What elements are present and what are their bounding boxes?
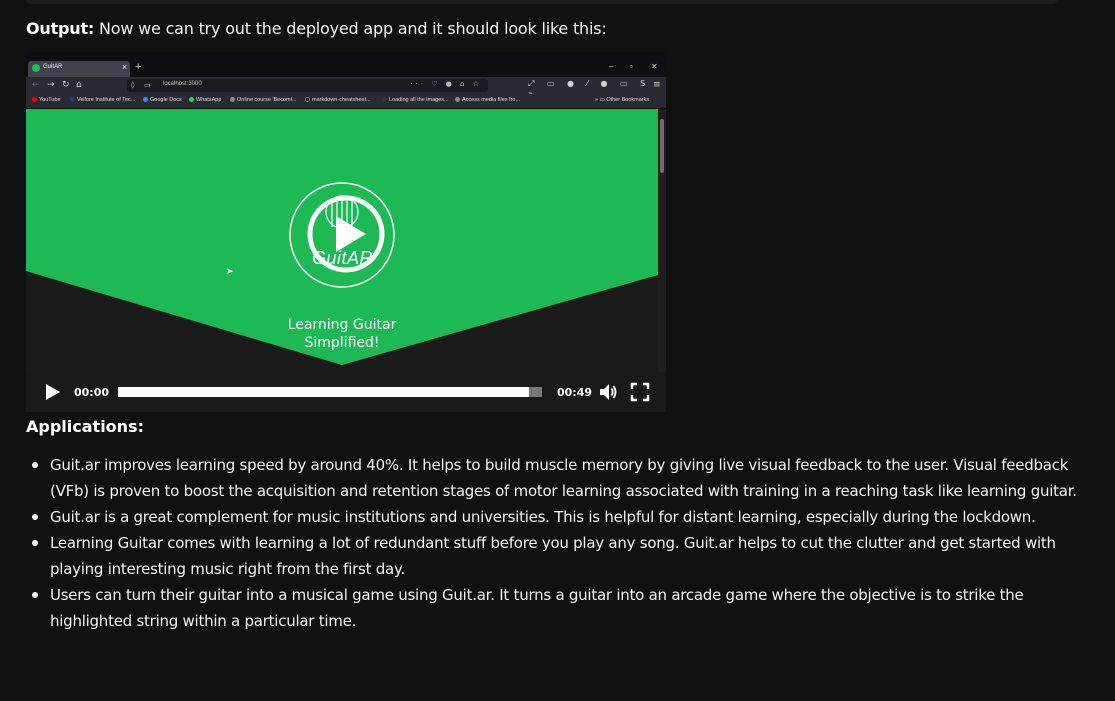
tagline-line-1: Learning Guitar: [287, 317, 397, 333]
forward-icon[interactable]: →: [47, 79, 55, 91]
menu-icon[interactable]: ≡: [653, 79, 661, 91]
bookmark-label: YouTube: [39, 97, 61, 103]
browser-navbar: ← → ↻ ⌂ ◊ ▭ localhost:3000 ··· ♡ ● ⌂ ☆ ⤢…: [26, 77, 666, 98]
window-close-icon[interactable]: ✕: [651, 62, 658, 71]
tab-title: GuitAR: [43, 64, 63, 70]
scrollbar-thumb[interactable]: [660, 119, 664, 173]
browser-tab[interactable]: GuitAR ×: [28, 61, 130, 77]
youtube-icon: [32, 97, 37, 102]
bookmark-label: Google Docs: [150, 97, 182, 103]
bookmarks-bar: YouTube Vellore Institute of Tec... Goog…: [26, 94, 666, 109]
google-docs-icon: [143, 97, 148, 102]
play-icon[interactable]: [46, 384, 60, 400]
minimize-icon[interactable]: –: [609, 62, 613, 71]
demo-video[interactable]: GuitAR × + – ▫ ✕ ← → ↻ ⌂ ◊ ▭ localhost:3…: [26, 52, 666, 412]
tab-favicon-icon: [32, 64, 40, 72]
bookmark-item[interactable]: WhatsApp: [189, 97, 221, 103]
list-item: Guit.ar is a great complement for music …: [32, 504, 1080, 530]
github-icon: [305, 97, 310, 102]
bookmark-item[interactable]: Vellore Institute of Tec...: [70, 97, 135, 103]
shield-icon: ◊: [131, 81, 135, 89]
globe-icon: [455, 97, 460, 102]
new-tab-icon[interactable]: +: [135, 61, 141, 73]
bookmark-label: Online course 'Becomi...: [237, 97, 297, 103]
bookmark-label: Vellore Institute of Tec...: [77, 97, 136, 103]
list-item: Guit.ar improves learning speed by aroun…: [32, 452, 1080, 504]
other-bookmarks-label: Other Bookmarks: [606, 97, 650, 103]
back-icon[interactable]: ←: [32, 79, 40, 91]
mouse-cursor-icon: ➤: [226, 267, 234, 277]
bookmark-item[interactable]: markdown-cheatsheet...: [305, 97, 371, 103]
bookmark-item[interactable]: Access media files fro...: [455, 97, 520, 103]
applications-heading: Applications:: [26, 417, 144, 436]
restore-icon[interactable]: ▫: [630, 62, 633, 71]
seek-bar[interactable]: [118, 387, 542, 397]
page-icon: [382, 97, 387, 102]
duration: 00:49: [557, 386, 593, 399]
bookmark-label: markdown-cheatsheet...: [312, 97, 371, 103]
tagline: Learning Guitar Simplified!: [262, 316, 422, 352]
seek-bar-fill: [118, 387, 530, 397]
output-intro: Output: Now we can try out the deployed …: [26, 18, 607, 40]
browser-tabbar: GuitAR × + – ▫ ✕: [26, 52, 666, 77]
volume-icon[interactable]: [598, 382, 618, 402]
url-text: localhost:3000: [163, 81, 202, 87]
url-action-icons[interactable]: ··· ♡ ● ⌂ ☆: [410, 80, 482, 88]
vit-icon: [70, 97, 75, 102]
tab-close-icon[interactable]: ×: [122, 62, 127, 72]
reload-icon[interactable]: ↻: [62, 79, 70, 91]
bookmark-label: Access media files fro...: [462, 97, 521, 103]
output-text: Now we can try out the deployed app and …: [94, 19, 607, 38]
tagline-line-2: Simplified!: [304, 335, 380, 351]
whatsapp-icon: [189, 97, 194, 102]
bookmark-label: WhatsApp: [196, 97, 222, 103]
globe-icon: [230, 97, 235, 102]
browser-window-chrome: GuitAR × + – ▫ ✕ ← → ↻ ⌂ ◊ ▭ localhost:3…: [26, 52, 666, 109]
bookmark-item[interactable]: Loading all the images...: [382, 97, 449, 103]
address-bar[interactable]: ◊ ▭ localhost:3000 ··· ♡ ● ⌂ ☆: [127, 79, 488, 92]
list-item: Learning Guitar comes with learning a lo…: [32, 530, 1080, 582]
big-play-icon[interactable]: [306, 194, 386, 274]
applications-list: Guit.ar improves learning speed by aroun…: [32, 452, 1080, 634]
home-icon[interactable]: ⌂: [76, 79, 82, 91]
fullscreen-icon[interactable]: [630, 382, 650, 402]
bookmark-item[interactable]: Google Docs: [143, 97, 182, 103]
previous-block-edge: [26, 0, 1057, 4]
bookmark-item[interactable]: Online course 'Becomi...: [230, 97, 296, 103]
page-icon: ▭: [144, 81, 151, 89]
list-item: Users can turn their guitar into a music…: [32, 582, 1080, 634]
browser-scrollbar[interactable]: [658, 109, 666, 372]
bookmark-label: Loading all the images...: [389, 97, 449, 103]
other-bookmarks[interactable]: » ▭ Other Bookmarks: [595, 97, 649, 103]
video-controls: 00:00 00:49: [26, 372, 666, 412]
bookmark-item[interactable]: YouTube: [32, 97, 61, 103]
current-time: 00:00: [74, 386, 110, 399]
output-label: Output:: [26, 19, 95, 38]
